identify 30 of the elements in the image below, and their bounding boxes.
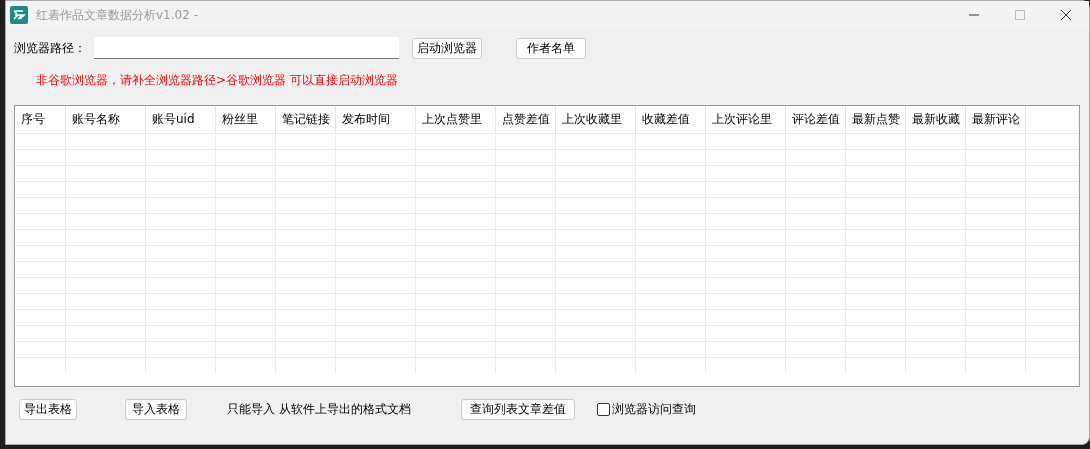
maximize-icon [1014, 9, 1026, 21]
column-header[interactable]: 发布时间 [336, 106, 416, 133]
column-header[interactable]: 账号uid [146, 106, 216, 133]
window-title: 红砉作品文章数据分析v1.02 - [36, 6, 198, 24]
browser-path-field[interactable] [94, 37, 399, 59]
import-hint: 只能导入 从软件上导出的格式文档 [227, 400, 411, 418]
author-list-button[interactable]: 作者名单 [516, 37, 586, 59]
column-header[interactable]: 粉丝里 [216, 106, 276, 133]
checkbox[interactable] [596, 402, 610, 416]
column-header[interactable]: 上次评论里 [706, 106, 786, 133]
app-logo-icon [10, 6, 28, 24]
browser-path-label: 浏览器路径： [14, 39, 87, 57]
column-header[interactable]: 最新评论 [966, 106, 1026, 133]
export-table-button[interactable]: 导出表格 [19, 398, 77, 420]
browser-query-label: 浏览器访问查询 [611, 400, 696, 418]
column-header[interactable]: 上次收藏里 [556, 106, 636, 133]
column-header[interactable]: 最新点赞 [846, 106, 906, 133]
column-header[interactable]: 收藏差值 [636, 106, 706, 133]
import-table-button[interactable]: 导入表格 [125, 398, 187, 420]
column-header[interactable]: 账号名称 [66, 106, 146, 133]
column-header[interactable]: 上次点赞里 [416, 106, 496, 133]
column-header[interactable]: 评论差值 [786, 106, 846, 133]
column-header[interactable]: 点赞差值 [496, 106, 556, 133]
column-header[interactable]: 笔记链接 [276, 106, 336, 133]
column-header[interactable]: 序号 [15, 106, 66, 133]
notice-text: 非谷歌浏览器，请补全浏览器路径>谷歌浏览器 可以直接启动浏览器 [36, 72, 399, 89]
query-diff-button[interactable]: 查询列表文章差值 [460, 398, 575, 420]
launch-browser-button[interactable]: 启动浏览器 [412, 37, 482, 59]
close-icon [1060, 9, 1072, 21]
column-header[interactable]: 最新收藏 [906, 106, 966, 133]
